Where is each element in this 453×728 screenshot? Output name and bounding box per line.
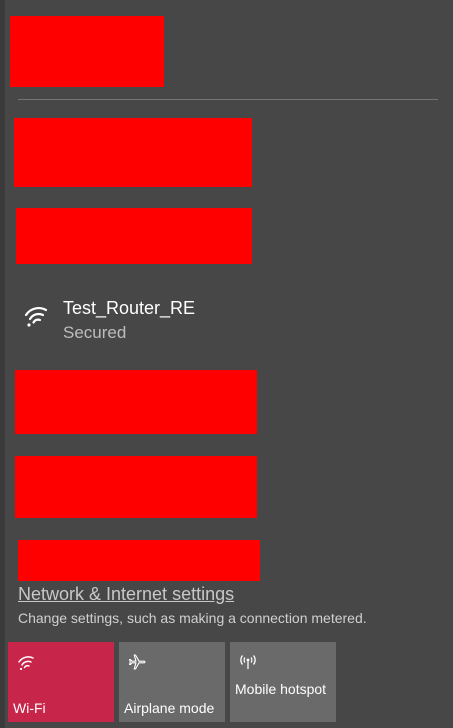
hotspot-icon xyxy=(240,655,256,669)
airplane-mode-tile[interactable]: Airplane mode xyxy=(119,642,225,722)
network-security-status: Secured xyxy=(63,323,127,342)
network-flyout: Test_Router_RE Secured Network & Interne… xyxy=(0,0,453,728)
wifi-quick-action-tile[interactable]: Wi-Fi xyxy=(8,642,114,722)
network-name: Test_Router_RE xyxy=(63,298,196,318)
redacted-network-item-1[interactable] xyxy=(14,118,252,187)
mobile-hotspot-tile-label: Mobile hotspot xyxy=(235,681,327,697)
left-edge-strip xyxy=(0,0,5,728)
redacted-network-item-4[interactable] xyxy=(15,456,257,518)
network-settings-description: Change settings, such as making a connec… xyxy=(18,610,367,626)
wifi-icon xyxy=(24,306,48,327)
airplane-mode-tile-label: Airplane mode xyxy=(124,700,215,716)
redacted-network-item-2[interactable] xyxy=(16,208,252,264)
header-divider xyxy=(18,99,438,100)
airplane-icon xyxy=(128,654,146,670)
redacted-network-item-5[interactable] xyxy=(18,540,260,581)
mobile-hotspot-tile[interactable]: Mobile hotspot xyxy=(230,642,336,722)
wifi-icon xyxy=(18,656,34,671)
network-internet-settings-link[interactable]: Network & Internet settings xyxy=(18,584,234,605)
network-item-test-router[interactable]: Test_Router_RE Secured xyxy=(5,284,453,354)
wifi-tile-label: Wi-Fi xyxy=(13,700,46,716)
redacted-network-item-3[interactable] xyxy=(15,370,257,434)
redacted-header xyxy=(10,16,164,87)
